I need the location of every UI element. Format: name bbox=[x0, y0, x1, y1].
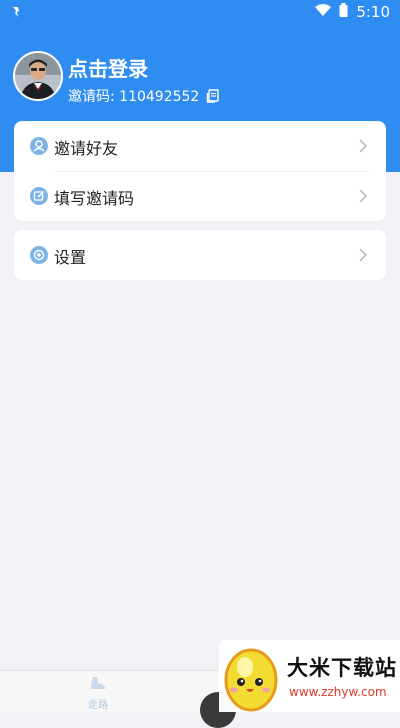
edit-icon bbox=[30, 187, 48, 205]
chevron-right-icon bbox=[358, 247, 368, 263]
tab-walk[interactable]: 走路 bbox=[68, 675, 128, 711]
watermark-url: www.zzhyw.com bbox=[289, 685, 387, 699]
menu-item-settings[interactable]: 设置 bbox=[14, 230, 386, 280]
watermark: 大米下载站 www.zzhyw.com bbox=[219, 640, 400, 712]
chevron-right-icon bbox=[358, 188, 368, 204]
menu-card: 邀请好友 填写邀请码 bbox=[14, 121, 386, 221]
copy-icon[interactable] bbox=[206, 89, 220, 103]
shoe-icon bbox=[89, 676, 107, 695]
battery-icon bbox=[339, 2, 348, 21]
watermark-logo-icon bbox=[221, 642, 283, 712]
menu-item-invite-friends[interactable]: 邀请好友 bbox=[14, 121, 386, 172]
settings-card: 设置 bbox=[14, 230, 386, 280]
user-icon bbox=[30, 137, 48, 155]
menu-item-label: 填写邀请码 bbox=[54, 189, 135, 208]
menu-item-enter-invite-code[interactable]: 填写邀请码 bbox=[14, 171, 386, 221]
status-time: 5:10 bbox=[356, 2, 390, 21]
login-title[interactable]: 点击登录 bbox=[68, 53, 148, 82]
avatar[interactable] bbox=[13, 51, 63, 101]
status-bar: 5:10 bbox=[0, 0, 400, 24]
menu-item-label: 设置 bbox=[54, 248, 87, 267]
chevron-right-icon bbox=[358, 138, 368, 154]
menu-item-label: 邀请好友 bbox=[54, 139, 119, 158]
tab-walk-label: 走路 bbox=[88, 700, 108, 711]
invite-code: 邀请码: 110492552 bbox=[68, 89, 200, 105]
settings-icon bbox=[30, 246, 48, 264]
invite-code-line: 邀请码: 110492552 bbox=[68, 86, 220, 106]
wifi-icon bbox=[315, 2, 332, 21]
watermark-name: 大米下载站 bbox=[287, 656, 397, 680]
notification-icon bbox=[10, 4, 24, 18]
